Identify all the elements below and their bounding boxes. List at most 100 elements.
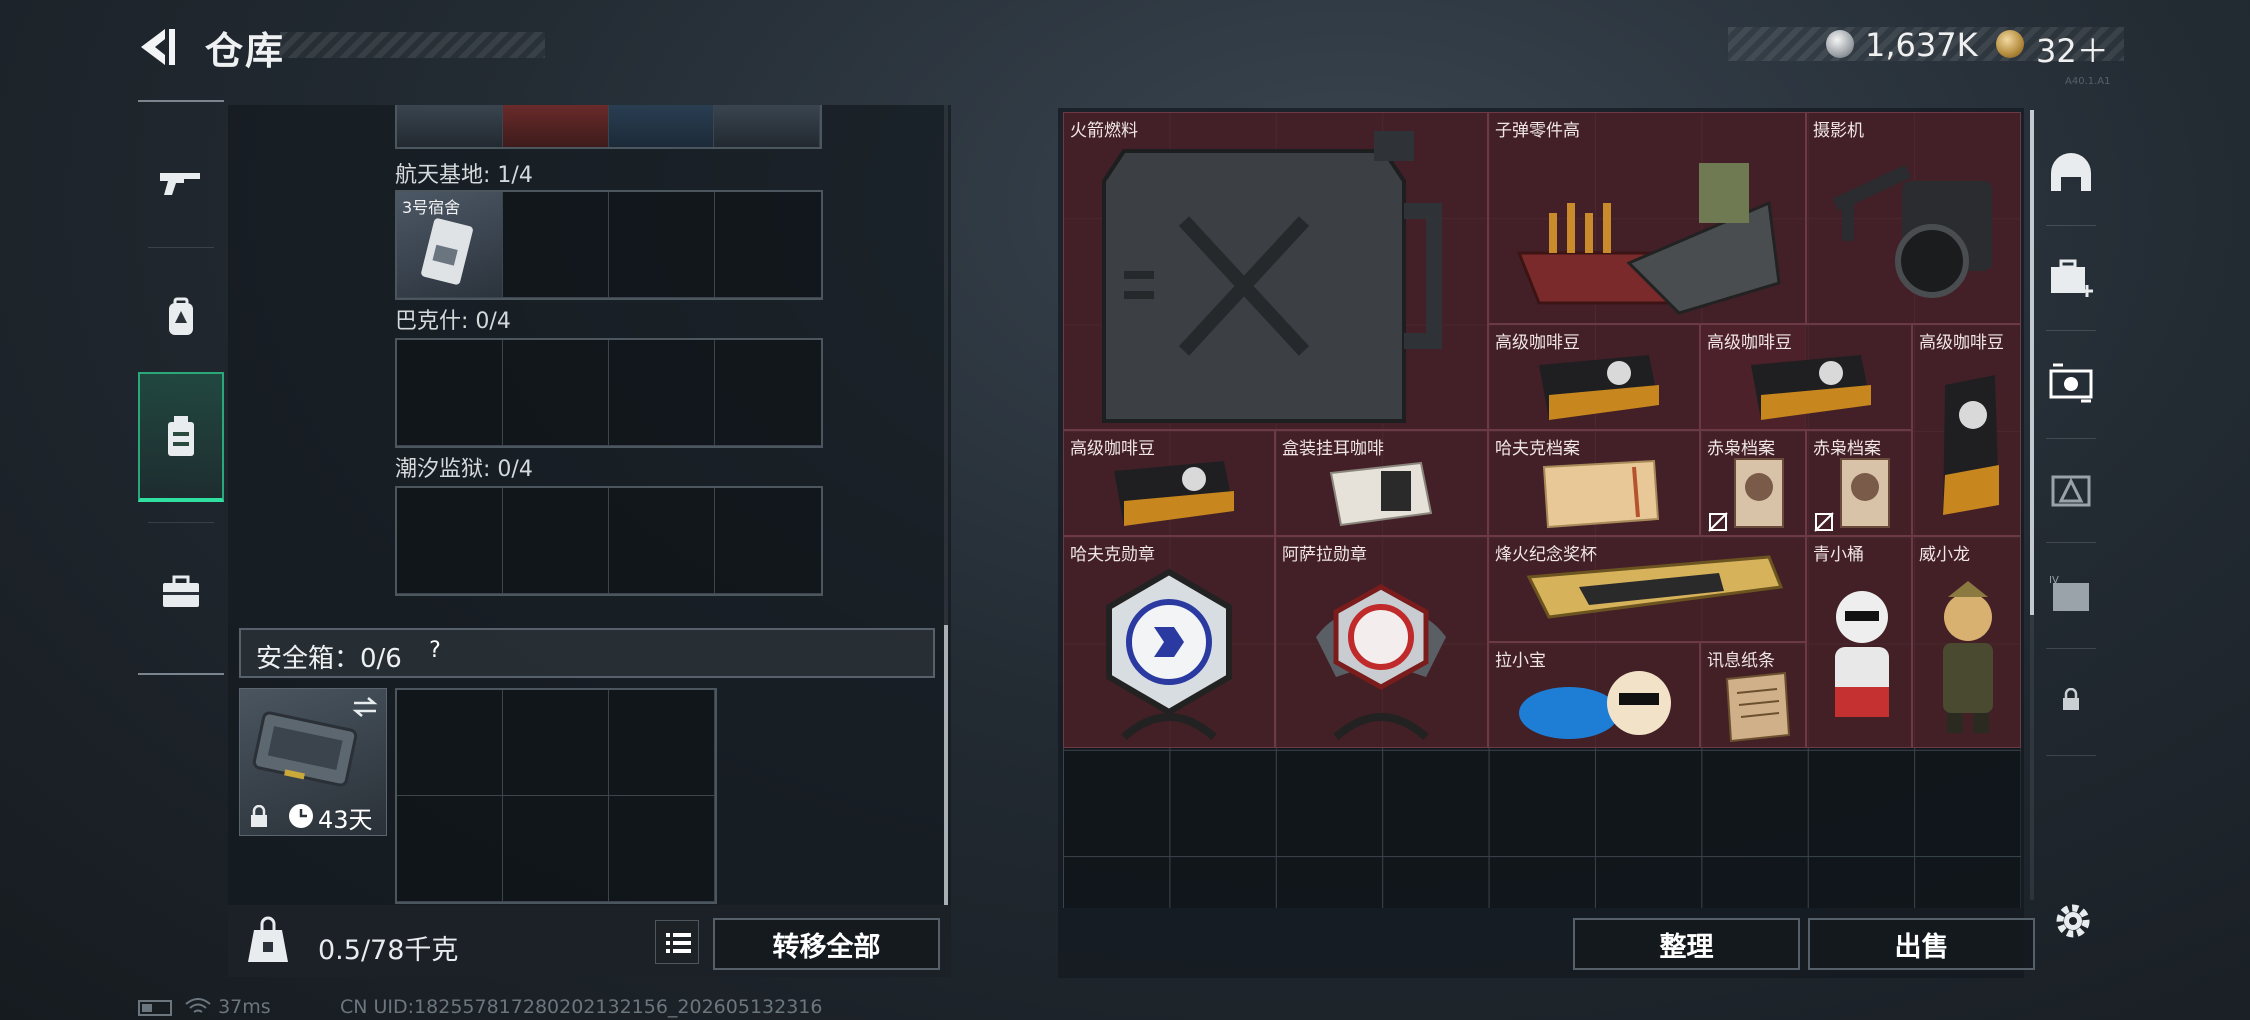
photo-file-icon xyxy=(1840,458,1890,528)
keycard-slot[interactable]: 3号宿舍 xyxy=(397,192,503,298)
medal-icon xyxy=(1316,584,1446,741)
section-label-tide-prison: 潮汐监狱: 0/4 xyxy=(395,457,533,482)
stash-item-message-note[interactable]: 讯息纸条 xyxy=(1700,642,1806,748)
stash-item-asala-medal[interactable]: 阿萨拉勋章 xyxy=(1275,536,1488,748)
section-label-space-base: 航天基地: 1/4 xyxy=(395,163,533,188)
empty-slot[interactable] xyxy=(503,796,609,902)
empty-slot[interactable] xyxy=(503,192,609,298)
empty-slot[interactable] xyxy=(503,690,609,796)
item-name: 子弹零件高 xyxy=(1495,121,1580,141)
coffee-bag-icon xyxy=(1943,375,1999,515)
page-title: 仓库 xyxy=(205,29,286,73)
coffee-bag-icon xyxy=(1751,355,1871,420)
stash-item-coffee-beans[interactable]: 高级咖啡豆 xyxy=(1488,324,1700,430)
empty-slot[interactable] xyxy=(609,690,715,796)
user-uid: CN UID:182557817280202132156_20260513231… xyxy=(340,996,823,1018)
empty-slot[interactable] xyxy=(715,340,821,446)
empty-slot[interactable] xyxy=(503,340,609,446)
briefcase-icon xyxy=(163,575,199,607)
stash-item-coffee-beans[interactable]: 高级咖啡豆 xyxy=(1700,324,1912,430)
weight-value: 0.5/78千克 xyxy=(318,935,459,966)
empty-slot[interactable] xyxy=(609,340,715,446)
stash-item-laxiaobao[interactable]: 拉小宝 xyxy=(1488,642,1700,748)
stash-tab-locked[interactable] xyxy=(2038,660,2104,740)
nav-weapons[interactable] xyxy=(138,117,224,247)
stash-tab-5[interactable]: IV xyxy=(2038,554,2104,634)
section-label-bakhsh: 巴克什: 0/4 xyxy=(395,309,511,334)
dome-icon xyxy=(2051,153,2091,191)
empty-slot[interactable] xyxy=(715,488,821,594)
stash-item-haavk-file[interactable]: 哈夫克档案 xyxy=(1488,430,1700,536)
empty-slot[interactable] xyxy=(397,796,503,902)
nav-pouch[interactable] xyxy=(138,527,224,657)
sell-button[interactable]: 出售 xyxy=(1808,918,2035,970)
stash-item-rocket-fuel[interactable]: 火箭燃料 xyxy=(1063,112,1488,430)
weight-lock-button[interactable] xyxy=(236,912,300,970)
stash-item-bullet-parts[interactable]: 子弹零件高 xyxy=(1488,112,1806,324)
item-name: 哈夫克勋章 xyxy=(1070,545,1155,565)
vest-icon xyxy=(168,416,194,456)
swap-icon xyxy=(352,697,378,717)
item-name: 威小龙 xyxy=(1919,545,1970,565)
list-icon xyxy=(666,933,691,953)
empty-slot[interactable] xyxy=(503,488,609,594)
stash-tab-2[interactable] xyxy=(2038,238,2104,318)
empty-slot[interactable] xyxy=(609,796,715,902)
camera-icon xyxy=(1832,164,1992,298)
trophy-icon xyxy=(1526,555,1784,619)
slot[interactable] xyxy=(502,105,609,147)
stash-item-qingxiaotong[interactable]: 青小桶 xyxy=(1806,536,1912,748)
empty-slot[interactable] xyxy=(397,488,503,594)
nav-chest-rig[interactable] xyxy=(138,372,224,502)
stash-item-trophy[interactable]: 烽火纪念奖杯 xyxy=(1488,536,1806,642)
weight-icon xyxy=(248,916,288,962)
empty-slot[interactable] xyxy=(609,488,715,594)
empty-slot[interactable] xyxy=(397,690,503,796)
help-icon[interactable]: ? xyxy=(420,638,450,668)
empty-slot[interactable] xyxy=(715,192,821,298)
medal-icon xyxy=(1106,568,1232,741)
no-trade-icon xyxy=(1814,512,1834,532)
key-grid-tide-prison xyxy=(395,486,823,596)
folder-iv-icon: IV xyxy=(2049,575,2089,611)
stash-tab-4[interactable] xyxy=(2038,450,2104,530)
coffee-box-icon xyxy=(1329,461,1433,527)
token-value[interactable]: 32＋ xyxy=(2036,26,2109,72)
stash-item-red-owl-file[interactable]: 赤枭档案 xyxy=(1806,430,1912,536)
slot[interactable] xyxy=(714,105,820,147)
rifle-icon xyxy=(160,173,200,195)
stash-tab-1[interactable] xyxy=(2038,132,2104,212)
status-bar: 37ms xyxy=(138,996,271,1018)
stash-tab-3[interactable] xyxy=(2038,342,2104,422)
stash-item-coffee-beans[interactable]: 高级咖啡豆 xyxy=(1912,324,2021,536)
item-name: 阿萨拉勋章 xyxy=(1282,545,1367,565)
document-icon xyxy=(1542,459,1660,529)
keycard-icon xyxy=(421,218,473,285)
left-category-nav xyxy=(138,100,224,675)
stash-item-drip-coffee[interactable]: 盒装挂耳咖啡 xyxy=(1275,430,1488,536)
gear-icon xyxy=(2056,904,2090,938)
nav-backpack[interactable] xyxy=(138,252,224,382)
ammo-crate-icon xyxy=(1516,163,1781,315)
stash-item-coffee-beans[interactable]: 高级咖啡豆 xyxy=(1063,430,1275,536)
stash-item-red-owl-file[interactable]: 赤枭档案 xyxy=(1700,430,1806,536)
slot[interactable] xyxy=(608,105,715,147)
jerry-can-icon xyxy=(1102,131,1442,423)
stash-item-haavk-medal[interactable]: 哈夫克勋章 xyxy=(1063,536,1275,748)
list-view-button[interactable] xyxy=(655,920,699,964)
previous-section-slots xyxy=(395,105,822,149)
stash-item-weixiaolong[interactable]: 威小龙 xyxy=(1912,536,2021,748)
slot[interactable] xyxy=(397,105,503,147)
transfer-all-button[interactable]: 转移全部 xyxy=(713,918,940,970)
empty-slot[interactable] xyxy=(397,340,503,446)
back-button[interactable] xyxy=(135,25,185,69)
left-scrollbar-thumb[interactable] xyxy=(944,625,948,905)
coin-value[interactable]: 1,637K xyxy=(1865,26,1978,64)
title-decor xyxy=(280,32,545,58)
lock-icon xyxy=(251,805,267,827)
empty-slot[interactable] xyxy=(609,192,715,298)
sort-button[interactable]: 整理 xyxy=(1573,918,1800,970)
stash-scrollbar-thumb[interactable] xyxy=(2030,110,2034,615)
settings-button[interactable] xyxy=(2050,898,2096,944)
stash-item-camera[interactable]: 摄影机 xyxy=(1806,112,2021,324)
